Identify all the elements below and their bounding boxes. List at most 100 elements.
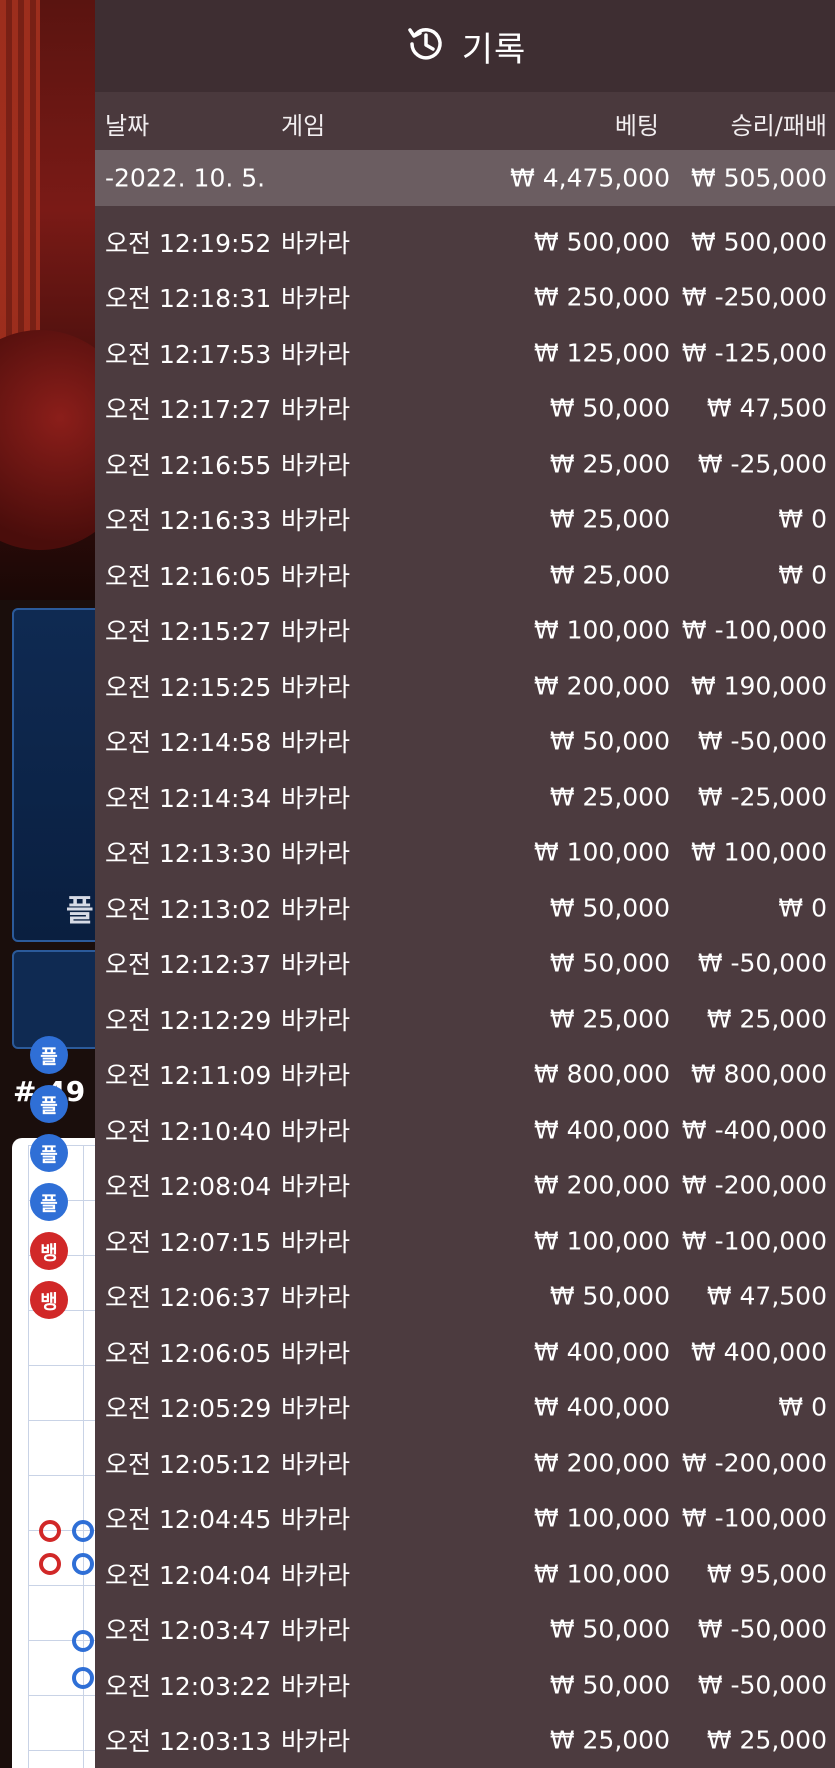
history-row[interactable]: 오전 12:03:47 바카라 ₩ 50,000 ₩ -50,000 — [95, 1602, 835, 1658]
history-row[interactable]: 오전 12:16:33 바카라 ₩ 25,000 ₩ 0 — [95, 492, 835, 548]
curtain-decoration — [0, 0, 40, 340]
row-result: ₩ 95,000 — [706, 1559, 827, 1589]
history-row[interactable]: 오전 12:15:25 바카라 ₩ 200,000 ₩ 190,000 — [95, 658, 835, 714]
row-bet: ₩ 500,000 — [533, 227, 670, 257]
row-time: 오전 12:15:27 — [105, 617, 272, 647]
row-bet: ₩ 25,000 — [549, 504, 670, 534]
history-header: 기록 — [95, 0, 835, 92]
row-game: 바카라 — [281, 284, 351, 314]
history-row[interactable]: 오전 12:12:37 바카라 ₩ 50,000 ₩ -50,000 — [95, 936, 835, 992]
history-row[interactable]: 오전 12:10:40 바카라 ₩ 400,000 ₩ -400,000 — [95, 1102, 835, 1158]
row-time: 오전 12:05:29 — [105, 1394, 272, 1424]
row-bet: ₩ 100,000 — [533, 1559, 670, 1589]
row-bet: ₩ 200,000 — [533, 671, 670, 701]
history-row[interactable]: 오전 12:13:30 바카라 ₩ 100,000 ₩ 100,000 — [95, 825, 835, 881]
row-game: 바카라 — [281, 672, 351, 702]
column-result: 승리/패배 — [730, 112, 827, 140]
row-game: 바카라 — [281, 1061, 351, 1091]
history-row[interactable]: 오전 12:05:12 바카라 ₩ 200,000 ₩ -200,000 — [95, 1435, 835, 1491]
big-road-red-ring — [39, 1553, 61, 1575]
row-result: ₩ -200,000 — [681, 1448, 827, 1478]
row-time: 오전 12:13:02 — [105, 894, 272, 924]
history-icon — [404, 22, 448, 70]
history-row[interactable]: 오전 12:16:55 바카라 ₩ 25,000 ₩ -25,000 — [95, 436, 835, 492]
row-bet: ₩ 400,000 — [533, 1337, 670, 1367]
row-time: 오전 12:15:25 — [105, 672, 272, 702]
row-bet: ₩ 400,000 — [533, 1115, 670, 1145]
row-game: 바카라 — [281, 1616, 351, 1646]
history-row[interactable]: 오전 12:16:05 바카라 ₩ 25,000 ₩ 0 — [95, 547, 835, 603]
row-result: ₩ 25,000 — [706, 1004, 827, 1034]
row-result: ₩ -50,000 — [697, 948, 827, 978]
row-bet: ₩ 25,000 — [549, 782, 670, 812]
row-result: ₩ -400,000 — [681, 1115, 827, 1145]
history-row[interactable]: 오전 12:15:27 바카라 ₩ 100,000 ₩ -100,000 — [95, 603, 835, 659]
row-bet: ₩ 25,000 — [549, 449, 670, 479]
big-road-blue-ring — [72, 1520, 94, 1542]
history-row[interactable]: 오전 12:14:58 바카라 ₩ 50,000 ₩ -50,000 — [95, 714, 835, 770]
row-result: ₩ 0 — [778, 504, 827, 534]
big-road-blue-ring — [72, 1630, 94, 1652]
row-result: ₩ -50,000 — [697, 1670, 827, 1700]
row-game: 바카라 — [281, 1227, 351, 1257]
history-row[interactable]: 오전 12:04:04 바카라 ₩ 100,000 ₩ 95,000 — [95, 1546, 835, 1602]
row-time: 오전 12:14:58 — [105, 728, 272, 758]
row-game: 바카라 — [281, 1449, 351, 1479]
row-time: 오전 12:08:04 — [105, 1172, 272, 1202]
row-time: 오전 12:16:05 — [105, 561, 272, 591]
row-result: ₩ -100,000 — [681, 1226, 827, 1256]
row-time: 오전 12:14:34 — [105, 783, 272, 813]
row-result: ₩ 0 — [778, 560, 827, 590]
banker-chip: 뱅 — [30, 1281, 68, 1319]
history-row[interactable]: 오전 12:19:52 바카라 ₩ 500,000 ₩ 500,000 — [95, 214, 835, 270]
history-row[interactable]: 오전 12:14:34 바카라 ₩ 25,000 ₩ -25,000 — [95, 769, 835, 825]
history-row[interactable]: 오전 12:11:09 바카라 ₩ 800,000 ₩ 800,000 — [95, 1047, 835, 1103]
row-game: 바카라 — [281, 950, 351, 980]
row-time: 오전 12:13:30 — [105, 839, 272, 869]
row-result: ₩ -25,000 — [697, 449, 827, 479]
history-row[interactable]: 오전 12:18:31 바카라 ₩ 250,000 ₩ -250,000 — [95, 270, 835, 326]
row-result: ₩ 0 — [778, 893, 827, 923]
row-game: 바카라 — [281, 1727, 351, 1757]
history-row[interactable]: 오전 12:03:22 바카라 ₩ 50,000 ₩ -50,000 — [95, 1657, 835, 1713]
row-result: ₩ 47,500 — [706, 393, 827, 423]
history-row[interactable]: 오전 12:17:27 바카라 ₩ 50,000 ₩ 47,500 — [95, 381, 835, 437]
row-game: 바카라 — [281, 228, 351, 258]
row-game: 바카라 — [281, 450, 351, 480]
date-summary-row[interactable]: -2022. 10. 5. ₩ 4,475,000 ₩ 505,000 — [95, 150, 835, 206]
player-chip: 플 — [30, 1085, 68, 1123]
history-row[interactable]: 오전 12:05:29 바카라 ₩ 400,000 ₩ 0 — [95, 1380, 835, 1436]
row-game: 바카라 — [281, 1005, 351, 1035]
row-time: 오전 12:11:09 — [105, 1061, 272, 1091]
row-time: 오전 12:07:15 — [105, 1227, 272, 1257]
row-result: ₩ -250,000 — [681, 282, 827, 312]
history-row[interactable]: 오전 12:12:29 바카라 ₩ 25,000 ₩ 25,000 — [95, 991, 835, 1047]
history-row[interactable]: 오전 12:13:02 바카라 ₩ 50,000 ₩ 0 — [95, 880, 835, 936]
row-game: 바카라 — [281, 561, 351, 591]
history-row[interactable]: 오전 12:04:45 바카라 ₩ 100,000 ₩ -100,000 — [95, 1491, 835, 1547]
row-time: 오전 12:03:47 — [105, 1616, 272, 1646]
history-list: 오전 12:19:52 바카라 ₩ 500,000 ₩ 500,000 오전 12:18… — [95, 206, 835, 1768]
row-game: 바카라 — [281, 894, 351, 924]
row-bet: ₩ 125,000 — [533, 338, 670, 368]
row-game: 바카라 — [281, 395, 351, 425]
column-bet: 베팅 — [614, 112, 659, 140]
row-result: ₩ 800,000 — [690, 1059, 827, 1089]
history-row[interactable]: 오전 12:08:04 바카라 ₩ 200,000 ₩ -200,000 — [95, 1158, 835, 1214]
row-bet: ₩ 100,000 — [533, 1226, 670, 1256]
row-game: 바카라 — [281, 506, 351, 536]
history-row[interactable]: 오전 12:07:15 바카라 ₩ 100,000 ₩ -100,000 — [95, 1213, 835, 1269]
row-game: 바카라 — [281, 1671, 351, 1701]
history-row[interactable]: 오전 12:17:53 바카라 ₩ 125,000 ₩ -125,000 — [95, 325, 835, 381]
banker-chip: 뱅 — [30, 1232, 68, 1270]
row-time: 오전 12:16:33 — [105, 506, 272, 536]
row-time: 오전 12:17:27 — [105, 395, 272, 425]
history-row[interactable]: 오전 12:03:13 바카라 ₩ 25,000 ₩ 25,000 — [95, 1713, 835, 1768]
row-time: 오전 12:17:53 — [105, 339, 272, 369]
row-bet: ₩ 100,000 — [533, 615, 670, 645]
history-row[interactable]: 오전 12:06:05 바카라 ₩ 400,000 ₩ 400,000 — [95, 1324, 835, 1380]
row-result: ₩ -125,000 — [681, 338, 827, 368]
row-bet: ₩ 50,000 — [549, 948, 670, 978]
history-row[interactable]: 오전 12:06:37 바카라 ₩ 50,000 ₩ 47,500 — [95, 1269, 835, 1325]
row-time: 오전 12:05:12 — [105, 1449, 272, 1479]
